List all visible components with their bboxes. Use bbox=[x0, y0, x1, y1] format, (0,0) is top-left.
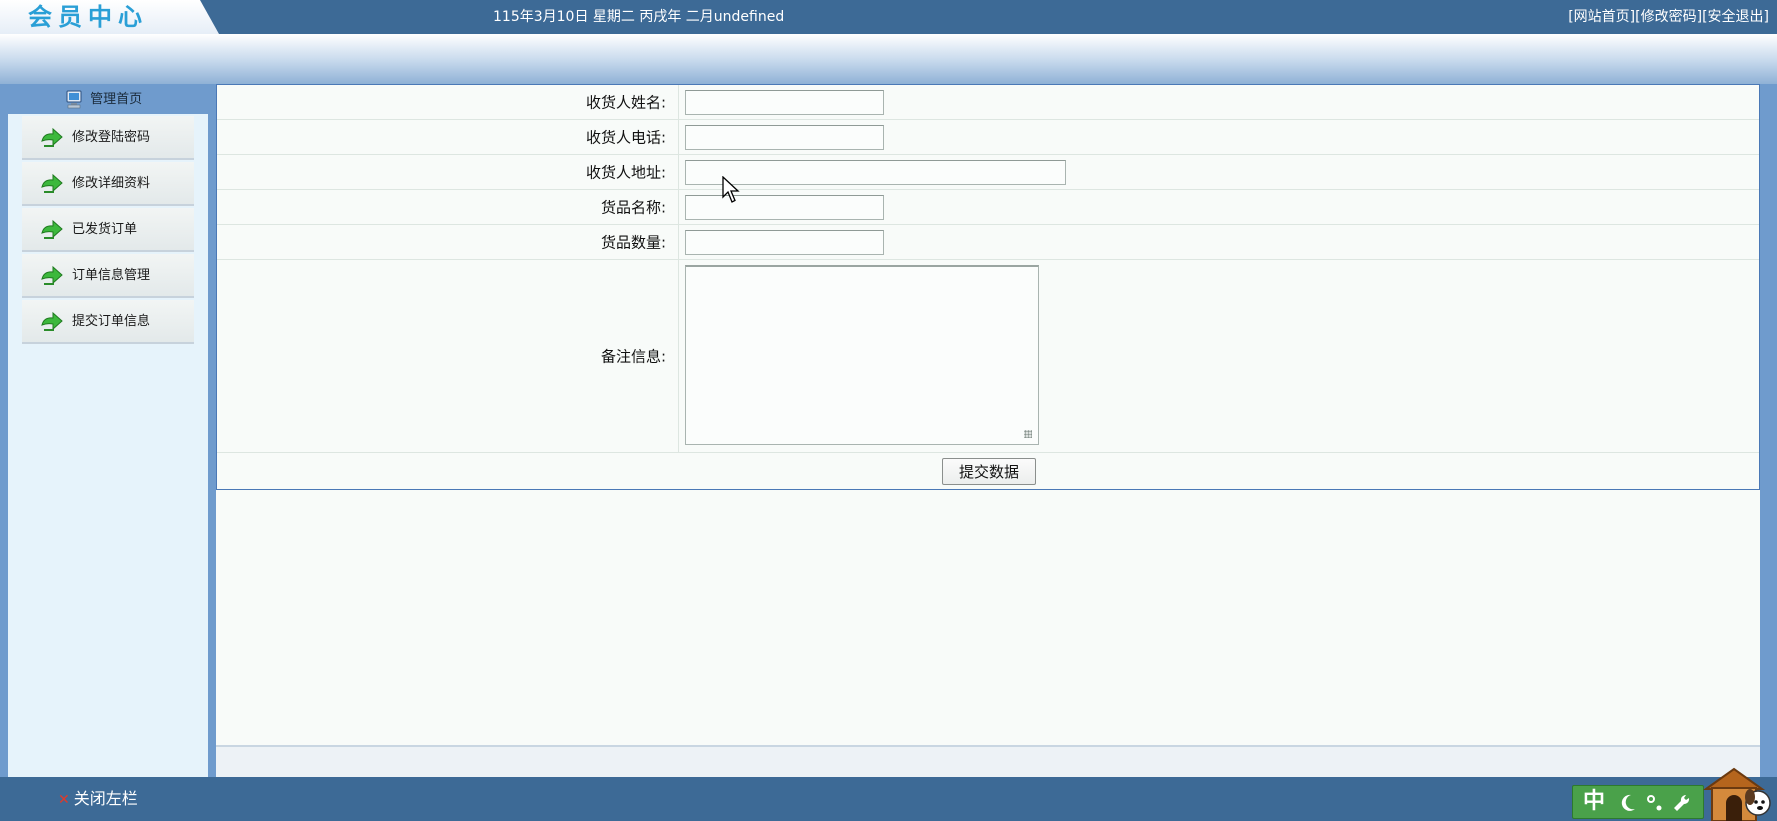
sidebar-item-label: 订单信息管理 bbox=[72, 268, 151, 283]
logo-area: 会员中心 bbox=[0, 0, 219, 34]
admin-home-label: 管理首页 bbox=[90, 92, 143, 107]
computer-icon bbox=[66, 90, 82, 108]
top-links: [网站首页][修改密码][安全退出] bbox=[1568, 8, 1769, 26]
form-row: 收货人电话: bbox=[217, 120, 1759, 155]
order-form: 收货人姓名: 收货人电话: 收货人地址: 货品名称: 货品数量: 备注信息: 提… bbox=[216, 84, 1760, 490]
goods-name-input[interactable] bbox=[685, 195, 884, 220]
mouse-cursor-icon bbox=[722, 176, 740, 203]
doghouse-mascot-icon[interactable] bbox=[1698, 763, 1777, 821]
field-label: 收货人地址: bbox=[217, 155, 679, 189]
content-footer-strip bbox=[216, 745, 1760, 777]
sidebar-item-label: 修改详细资料 bbox=[72, 176, 151, 191]
main-content: 收货人姓名: 收货人电话: 收货人地址: 货品名称: 货品数量: 备注信息: 提… bbox=[216, 84, 1760, 777]
field-label: 收货人姓名: bbox=[217, 85, 679, 119]
submit-data-button[interactable]: 提交数据 bbox=[942, 458, 1036, 485]
close-left-label: 关闭左栏 bbox=[73, 789, 138, 808]
form-row: 收货人姓名: bbox=[217, 85, 1759, 120]
form-row: 货品数量: bbox=[217, 225, 1759, 260]
receiver-name-input[interactable] bbox=[685, 90, 884, 115]
sidebar-item-change-login-password[interactable]: 修改登陆密码 bbox=[22, 116, 194, 160]
field-label: 货品数量: bbox=[217, 225, 679, 259]
top-bar: 会员中心 115年3月10日 星期二 丙戌年 二月undefined [网站首页… bbox=[0, 0, 1777, 34]
receiver-address-input[interactable] bbox=[685, 160, 1066, 185]
green-arrow-icon bbox=[41, 173, 63, 193]
sidebar-item-label: 已发货订单 bbox=[72, 222, 138, 237]
goods-quantity-input[interactable] bbox=[685, 230, 884, 255]
change-password-link[interactable]: [修改密码] bbox=[1635, 9, 1702, 25]
receiver-address-label: 收货人地址: bbox=[585, 163, 666, 182]
sidebar-item-shipped-orders[interactable]: 已发货订单 bbox=[22, 208, 194, 252]
form-row: 货品名称: bbox=[217, 190, 1759, 225]
field-label: 货品名称: bbox=[217, 190, 679, 224]
goods-name-label: 货品名称: bbox=[600, 198, 666, 217]
header-gradient-band bbox=[0, 34, 1777, 84]
green-arrow-icon bbox=[41, 127, 63, 147]
right-frame bbox=[1760, 84, 1777, 777]
sidebar-item-label: 修改登陆密码 bbox=[72, 130, 151, 145]
ime-mode-char: 中 bbox=[1583, 789, 1606, 814]
logo-text: 会员中心 bbox=[28, 3, 148, 31]
sidebar-item-submit-order[interactable]: 提交订单信息 bbox=[22, 300, 194, 344]
goods-quantity-label: 货品数量: bbox=[600, 233, 666, 252]
sidebar-header: 管理首页 bbox=[8, 84, 208, 114]
green-arrow-icon bbox=[41, 265, 63, 285]
wrench-icon[interactable] bbox=[1671, 792, 1691, 814]
sidebar-item-edit-details[interactable]: 修改详细资料 bbox=[22, 162, 194, 206]
receiver-phone-input[interactable] bbox=[685, 125, 884, 150]
remark-textarea[interactable] bbox=[685, 265, 1039, 445]
logout-link[interactable]: [安全退出] bbox=[1702, 9, 1769, 25]
sidebar-item-label: 提交订单信息 bbox=[72, 314, 151, 329]
moon-icon[interactable] bbox=[1619, 792, 1639, 814]
sidebar: 管理首页 修改登陆密码 修改详细资料 已发货订单 订单信息管理 提交订单信息 bbox=[8, 84, 208, 777]
sidebar-item-order-management[interactable]: 订单信息管理 bbox=[22, 254, 194, 298]
resize-grip-icon[interactable] bbox=[1024, 430, 1032, 438]
x-icon: ✕ bbox=[58, 792, 70, 808]
remark-label: 备注信息: bbox=[600, 347, 666, 366]
site-home-link[interactable]: [网站首页] bbox=[1568, 9, 1635, 25]
bottom-bar: ✕ 关闭左栏 中 bbox=[0, 777, 1777, 821]
field-label: 收货人电话: bbox=[217, 120, 679, 154]
form-row: 备注信息: bbox=[217, 260, 1759, 453]
field-label: 备注信息: bbox=[217, 260, 679, 452]
close-left-panel-button[interactable]: ✕ 关闭左栏 bbox=[58, 789, 138, 810]
form-row: 收货人地址: bbox=[217, 155, 1759, 190]
admin-home-link[interactable]: 管理首页 bbox=[64, 88, 142, 112]
green-arrow-icon bbox=[41, 219, 63, 239]
receiver-name-label: 收货人姓名: bbox=[585, 93, 666, 112]
punctuation-icon[interactable] bbox=[1645, 792, 1665, 814]
logo-notch bbox=[200, 0, 219, 34]
receiver-phone-label: 收货人电话: bbox=[585, 128, 666, 147]
date-display: 115年3月10日 星期二 丙戌年 二月undefined bbox=[493, 9, 785, 25]
green-arrow-icon bbox=[41, 311, 63, 331]
ime-toolbar[interactable]: 中 bbox=[1572, 785, 1704, 819]
